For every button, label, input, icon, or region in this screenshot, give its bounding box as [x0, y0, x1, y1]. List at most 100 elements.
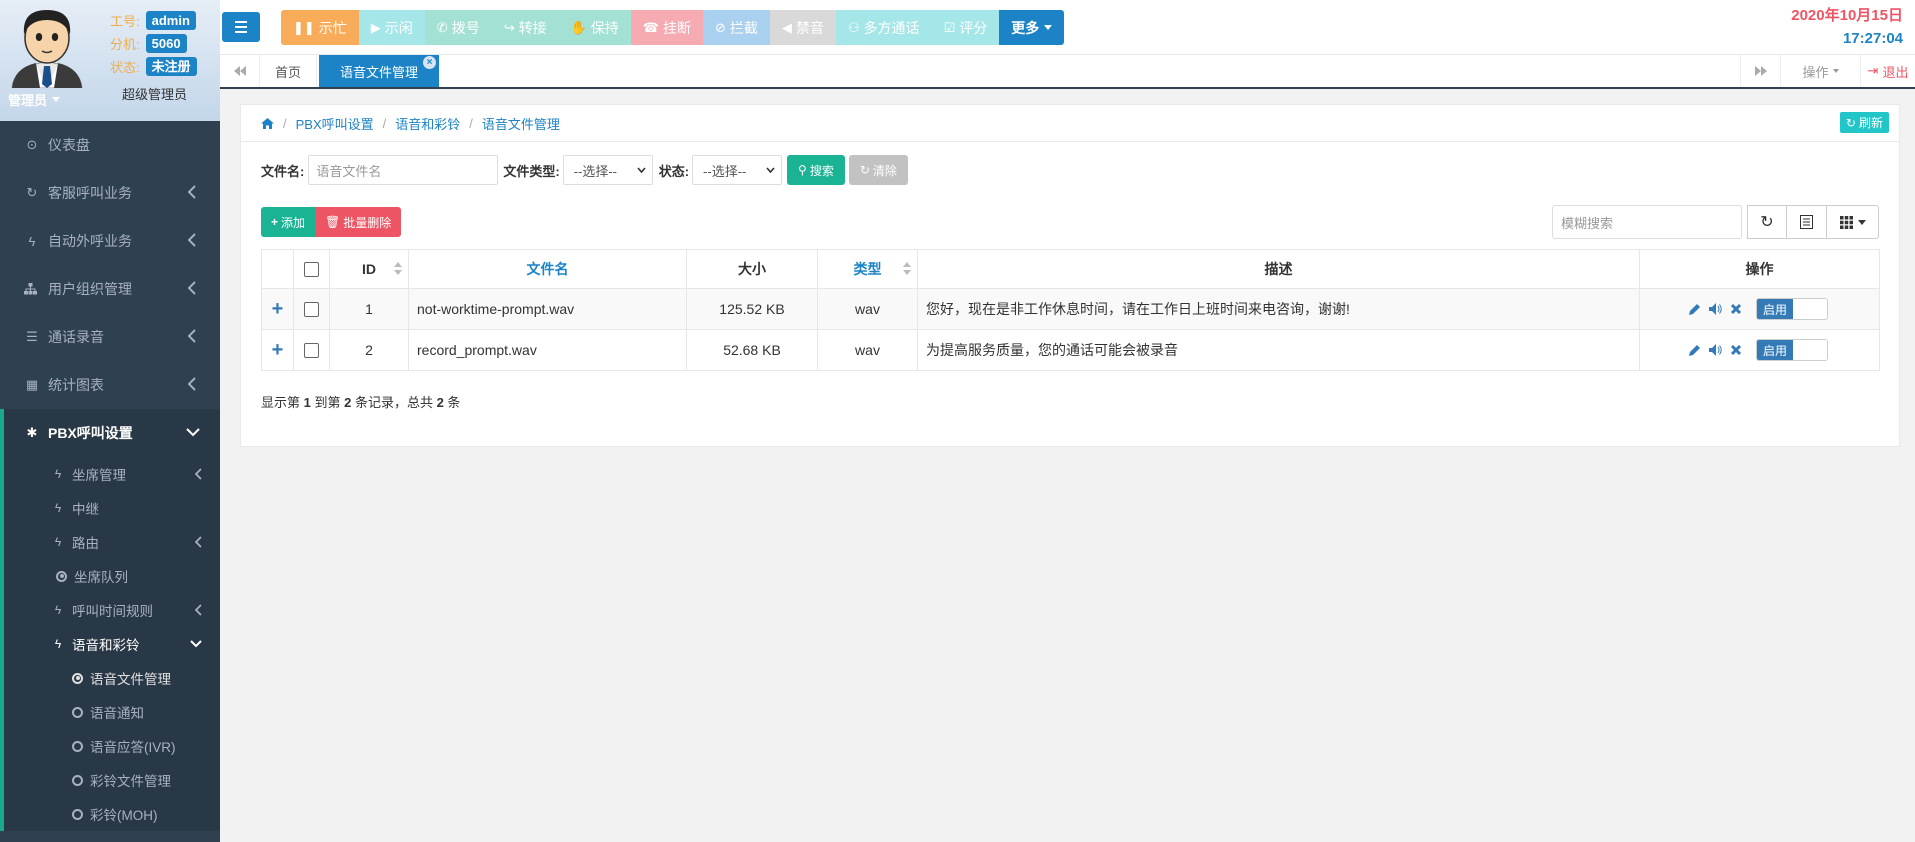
volume-icon[interactable] — [1709, 344, 1722, 356]
mute-button[interactable]: ◀ 禁音 — [769, 10, 836, 45]
column-header-type[interactable]: 类型 — [817, 249, 918, 289]
sidebar-subitem-ivr[interactable]: 语音应答(IVR) — [4, 729, 220, 763]
sidebar-item-customer-service[interactable]: ↻ 客服呼叫业务 — [0, 169, 220, 217]
refresh-icon: ↻ — [859, 163, 870, 177]
filetype-select[interactable]: --选择-- — [562, 155, 653, 185]
add-button[interactable]: + 添加 — [261, 207, 316, 237]
transfer-button-label: 转接 — [518, 19, 547, 36]
breadcrumb-item[interactable]: PBX呼叫设置 — [296, 114, 374, 133]
status-select[interactable]: --选择-- — [692, 155, 783, 185]
idle-button[interactable]: ▶ 示闲 — [358, 10, 425, 45]
dial-button[interactable]: ✆ 拨号 — [424, 10, 492, 45]
row-checkbox[interactable] — [304, 343, 319, 359]
tab-scroll-right-button[interactable] — [1740, 55, 1780, 87]
breadcrumb-separator: / — [469, 115, 473, 131]
row-checkbox[interactable] — [304, 302, 319, 318]
hangup-icon: ☎ — [642, 19, 659, 35]
content-panel: / PBX呼叫设置 / 语音和彩铃 / 语音文件管理 ↻ 刷新 文件名: 语音文… — [240, 104, 1900, 447]
pause-icon: ❚❚ — [293, 19, 315, 35]
pencil-icon[interactable] — [1688, 303, 1701, 316]
pencil-icon[interactable] — [1688, 344, 1701, 357]
plus-icon[interactable]: + — [272, 298, 284, 320]
plus-icon[interactable]: + — [272, 339, 284, 361]
home-icon[interactable] — [261, 117, 274, 129]
more-button[interactable]: 更多 — [999, 10, 1065, 45]
filename-label: 文件名: — [261, 163, 305, 179]
columns-button[interactable] — [1827, 205, 1879, 239]
sidebar-item-recordings[interactable]: ☰ 通话录音 — [0, 313, 220, 361]
chevron-left-icon — [188, 329, 196, 343]
menu-toggle-button[interactable] — [222, 12, 260, 42]
filename-cell: record_prompt.wav — [408, 329, 687, 371]
refresh-button[interactable]: ↻ 刷新 — [1839, 112, 1889, 133]
enable-toggle[interactable]: 启用 — [1756, 339, 1828, 361]
sidebar-item-auto-outbound[interactable]: ϟ 自动外呼业务 — [0, 217, 220, 265]
add-button-label: 添加 — [281, 215, 306, 230]
hold-button-label: 保持 — [590, 19, 619, 36]
select-all-checkbox[interactable] — [304, 262, 319, 278]
sidebar-subitem-voice-files[interactable]: 语音文件管理 — [4, 661, 220, 695]
logout-button[interactable]: ⇥ 退出 — [1860, 55, 1915, 87]
row-actions: 启用 — [1648, 339, 1871, 361]
sidebar-subitem-seats[interactable]: ϟ 坐席管理 — [4, 457, 220, 491]
sidebar-subitem-time-rules[interactable]: ϟ 呼叫时间规则 — [4, 593, 220, 627]
idle-button-label: 示闲 — [384, 19, 413, 36]
extension-label: 分机: — [110, 36, 140, 52]
sidebar-subitem-ringback-files[interactable]: 彩铃文件管理 — [4, 763, 220, 797]
extension-badge: 5060 — [145, 33, 187, 53]
refresh-table-button[interactable]: ↻ — [1747, 205, 1787, 239]
check-square-icon: ☑ — [943, 19, 956, 35]
hold-button[interactable]: ✋ 保持 — [558, 10, 631, 45]
sidebar-item-statistics[interactable]: ▦ 统计图表 — [0, 361, 220, 409]
close-icon[interactable]: × — [423, 56, 436, 69]
tab-voice-files[interactable]: 语音文件管理 × — [319, 55, 439, 87]
id-cell: 1 — [329, 288, 409, 330]
role-dropdown[interactable]: 管理员 — [8, 90, 61, 109]
clock-date: 2020年10月15日 — [1791, 7, 1903, 24]
breadcrumb-item[interactable]: 语音和彩铃 — [395, 114, 460, 133]
sidebar-subitem-label: 语音和彩铃 — [72, 638, 140, 653]
batch-delete-button[interactable]: 🗑 批量删除 — [315, 207, 402, 237]
filetype-select-value: --选择-- — [573, 163, 618, 179]
search-button[interactable]: ⚲ 搜索 — [787, 155, 845, 185]
fuzzy-search-input[interactable]: 模糊搜索 — [1552, 205, 1742, 239]
table-icon: ▦ — [25, 377, 39, 392]
enable-toggle[interactable]: 启用 — [1756, 298, 1828, 320]
logout-label: 退出 — [1882, 64, 1909, 80]
expand-cell: + — [261, 329, 294, 371]
volume-icon[interactable] — [1709, 303, 1722, 315]
rating-button[interactable]: ☑ 评分 — [931, 10, 1000, 45]
filename-input[interactable]: 语音文件名 — [308, 155, 499, 185]
sidebar-item-dashboard[interactable]: ⊙ 仪表盘 — [0, 121, 220, 169]
refresh-button-label: 刷新 — [1858, 116, 1883, 130]
delete-icon[interactable] — [1730, 344, 1742, 356]
sidebar-subitem-moh[interactable]: 彩铃(MOH) — [4, 797, 220, 831]
clear-button[interactable]: ↻ 清除 — [848, 155, 908, 185]
sidebar-subitem-route[interactable]: ϟ 路由 — [4, 525, 220, 559]
tab-operations-dropdown[interactable]: 操作 — [1780, 55, 1860, 87]
tab-operations-label: 操作 — [1802, 64, 1829, 80]
sidebar-item-pbx-settings[interactable]: ✱ PBX呼叫设置 — [0, 409, 220, 457]
sidebar-item-user-org[interactable]: 用户组织管理 — [0, 265, 220, 313]
sidebar-subitem-voice-notice[interactable]: 语音通知 — [4, 695, 220, 729]
delete-icon[interactable] — [1730, 303, 1742, 315]
tab-scroll-left-button[interactable] — [220, 55, 260, 87]
column-header-id[interactable]: ID — [329, 249, 409, 289]
sidebar-subitem-voice-ringback[interactable]: ϟ 语音和彩铃 — [4, 627, 220, 661]
toggle-view-button[interactable] — [1787, 205, 1827, 239]
column-header-filename[interactable]: 文件名 — [408, 249, 687, 289]
asterisk-icon: ✱ — [26, 425, 38, 440]
conference-button[interactable]: ⚇ 多方通话 — [835, 10, 932, 45]
transfer-button[interactable]: ↪ 转接 — [491, 10, 559, 45]
th-icon — [1839, 215, 1853, 229]
hangup-button[interactable]: ☎ 挂断 — [630, 10, 703, 45]
rating-button-label: 评分 — [959, 19, 988, 36]
table-actions: + 添加 🗑 批量删除 — [261, 207, 402, 237]
sidebar-subitem-trunk[interactable]: ϟ 中继 — [4, 491, 220, 525]
breadcrumb-item[interactable]: 语音文件管理 — [482, 114, 560, 133]
busy-button[interactable]: ❚❚ 示忙 — [281, 10, 359, 45]
sidebar-subitem-queue[interactable]: 坐席队列 — [4, 559, 220, 593]
actions-cell: 启用 — [1639, 329, 1880, 371]
intercept-button[interactable]: ⊘ 拦截 — [703, 10, 770, 45]
tab-home[interactable]: 首页 — [260, 55, 318, 87]
